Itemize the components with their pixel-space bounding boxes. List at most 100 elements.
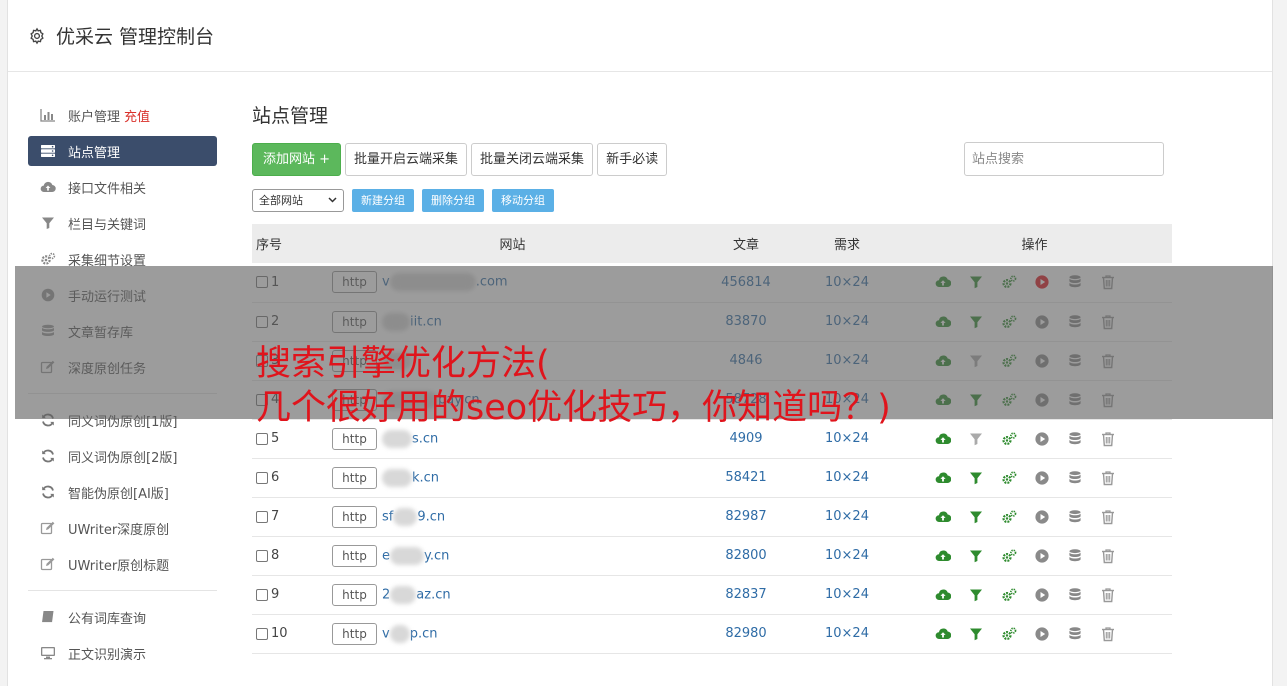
protocol-badge: http [332,622,377,645]
play-icon[interactable] [1034,548,1050,564]
new-group-button[interactable]: 新建分组 [352,188,414,212]
domain-end[interactable]: y.cn [424,548,449,563]
database-icon[interactable] [1067,548,1083,564]
cloud-upload-icon[interactable] [935,431,951,447]
sidebar-item-group2-1[interactable]: 同义词伪原创[2版] [28,441,217,471]
cloud-upload-icon[interactable] [935,509,951,525]
sidebar-item-group2-4[interactable]: UWriter原创标题 [28,549,217,579]
delete-group-button[interactable]: 删除分组 [422,188,484,212]
sidebar-item-label: 智能伪原创[AI版] [68,486,169,502]
cloud-upload-icon[interactable] [935,587,951,603]
domain-start[interactable]: 2 [382,587,390,602]
demand-value[interactable]: 10×24 [797,458,897,497]
articles-count[interactable]: 58421 [695,458,797,497]
filter-icon[interactable] [968,548,984,564]
recharge-link[interactable]: 充值 [124,106,150,125]
protocol-badge: http [332,466,377,489]
demand-value[interactable]: 10×24 [797,575,897,614]
database-icon[interactable] [1067,626,1083,642]
play-icon[interactable] [1034,626,1050,642]
edit-icon [39,521,57,535]
sidebar-item-group3-1[interactable]: 正文识别演示 [28,638,217,668]
row-checkbox[interactable] [256,588,268,601]
row-checkbox[interactable] [256,627,268,640]
trash-icon[interactable] [1100,431,1116,447]
articles-count[interactable]: 82987 [695,497,797,536]
database-icon[interactable] [1067,470,1083,486]
trash-icon[interactable] [1100,470,1116,486]
trash-icon[interactable] [1100,509,1116,525]
move-group-button[interactable]: 移动分组 [492,188,554,212]
cogs-icon[interactable] [1001,509,1017,525]
filter-icon[interactable] [968,470,984,486]
play-icon[interactable] [1034,509,1050,525]
filter-icon[interactable] [968,509,984,525]
row-number-cell: 6 [252,458,330,497]
domain-start[interactable]: e [382,548,390,563]
domain-end[interactable]: k.cn [412,470,439,485]
cogs-icon[interactable] [1001,431,1017,447]
domain-end[interactable]: 9.cn [417,509,445,524]
database-icon[interactable] [1067,587,1083,603]
batch-open-cloud-button[interactable]: 批量开启云端采集 [345,142,468,176]
filter-icon[interactable] [968,626,984,642]
row-checkbox[interactable] [256,510,268,523]
filter-icon[interactable] [968,587,984,603]
batch-close-cloud-button[interactable]: 批量关闭云端采集 [471,142,594,176]
row-actions [897,614,1172,653]
cogs-icon[interactable] [1001,587,1017,603]
row-number-cell: 9 [252,575,330,614]
sidebar-item-group1-2[interactable]: 接口文件相关 [28,172,217,202]
domain-end[interactable]: p.cn [410,626,438,641]
trash-icon[interactable] [1100,548,1116,564]
sidebar-item-group1-1[interactable]: 站点管理 [28,136,217,166]
trash-icon[interactable] [1100,587,1116,603]
site-cell: http v p.cn [330,614,695,653]
group-select[interactable]: 全部网站 [252,188,344,212]
cloud-upload-icon[interactable] [935,548,951,564]
row-checkbox[interactable] [256,432,268,445]
filter-icon[interactable] [968,431,984,447]
row-number-cell: 8 [252,536,330,575]
row-checkbox[interactable] [256,471,268,484]
domain-start[interactable]: v [382,626,390,641]
demand-value[interactable]: 10×24 [797,497,897,536]
database-icon[interactable] [1067,431,1083,447]
play-icon[interactable] [1034,470,1050,486]
row-checkbox[interactable] [256,549,268,562]
play-icon[interactable] [1034,431,1050,447]
server-icon [39,144,57,158]
redacted-domain [389,624,410,643]
articles-count[interactable]: 82800 [695,536,797,575]
cloud-upload-icon[interactable] [935,470,951,486]
headline-line2: 几个很好用的seo优化技巧，你知道吗？) [256,388,891,428]
cogs-icon[interactable] [1001,626,1017,642]
table-row: 6 http k.cn 58421 10×24 [252,458,1172,497]
cogs-icon[interactable] [1001,548,1017,564]
add-site-button[interactable]: 添加网站 + [252,142,342,176]
demand-value[interactable]: 10×24 [797,614,897,653]
play-icon[interactable] [1034,587,1050,603]
group-toolbar: 全部网站 新建分组 删除分组 移动分组 [252,188,1172,212]
articles-count[interactable]: 82980 [695,614,797,653]
site-cell: http sf 9.cn [330,497,695,536]
sidebar-item-group2-2[interactable]: 智能伪原创[AI版] [28,477,217,507]
cogs-icon[interactable] [1001,470,1017,486]
article-headline: 搜索引擎优化方法( 几个很好用的seo优化技巧，你知道吗？) [256,342,1156,430]
sidebar-item-group1-0[interactable]: 账户管理 充值 [28,100,217,130]
site-search-input[interactable] [964,142,1164,176]
database-icon[interactable] [1067,509,1083,525]
trash-icon[interactable] [1100,626,1116,642]
protocol-badge: http [332,583,377,606]
sidebar-item-group3-0[interactable]: 公有词库查询 [28,602,217,632]
domain-end[interactable]: s.cn [412,431,438,446]
demand-value[interactable]: 10×24 [797,536,897,575]
beginner-guide-button[interactable]: 新手必读 [597,142,668,176]
domain-start[interactable]: sf [382,509,393,524]
cloud-upload-icon[interactable] [935,626,951,642]
domain-end[interactable]: az.cn [416,587,450,602]
articles-count[interactable]: 82837 [695,575,797,614]
sidebar-item-group2-3[interactable]: UWriter深度原创 [28,513,217,543]
sidebar-item-group1-3[interactable]: 栏目与关键词 [28,208,217,238]
site-cell: http k.cn [330,458,695,497]
